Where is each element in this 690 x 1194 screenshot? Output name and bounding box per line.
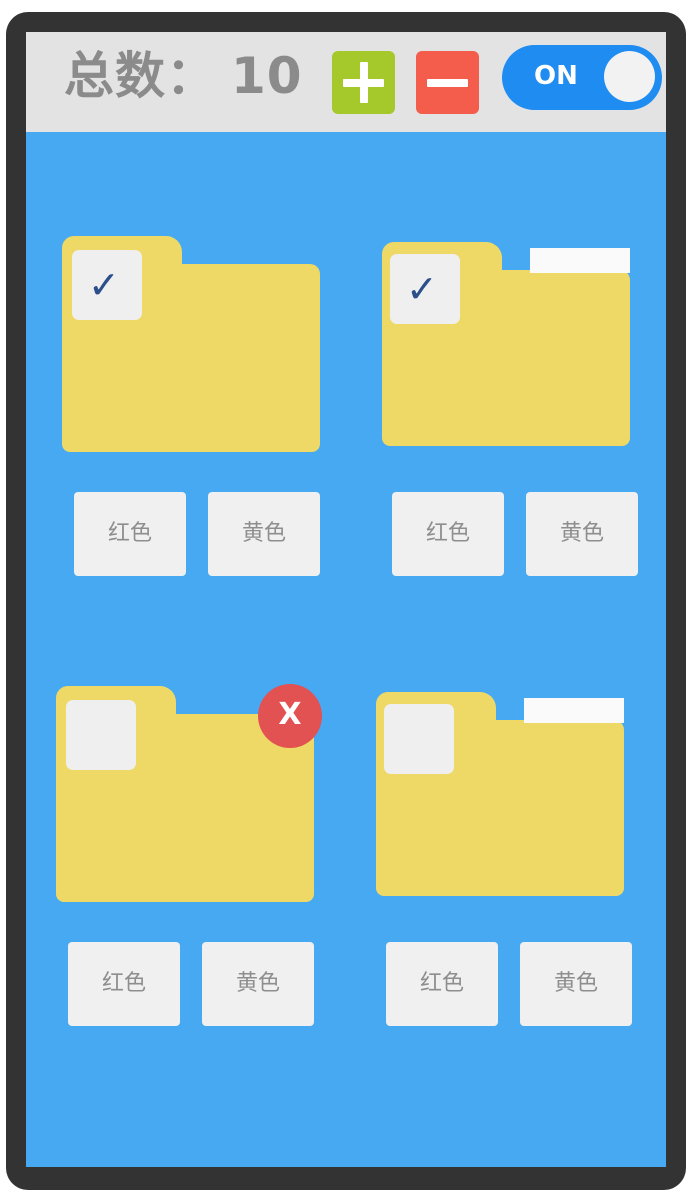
yellow-color-button[interactable]: 黄色: [208, 492, 320, 576]
add-button[interactable]: [332, 51, 395, 114]
total-count-display: 总数： 10: [64, 44, 303, 108]
red-color-button[interactable]: 红色: [74, 492, 186, 576]
folder-checkbox[interactable]: [66, 700, 136, 770]
yellow-color-button[interactable]: 黄色: [202, 942, 314, 1026]
app-screen: 总数： 10 ON ✓ 红色 黄色 ✓ 红色 黄色 X 红色 黄色 红色 黄色: [26, 32, 666, 1167]
red-color-button[interactable]: 红色: [68, 942, 180, 1026]
folder-card[interactable]: ✓: [62, 236, 320, 452]
red-color-button[interactable]: 红色: [392, 492, 504, 576]
close-icon: X: [278, 697, 302, 732]
top-bar: 总数： 10 ON: [26, 32, 666, 132]
yellow-color-button[interactable]: 黄色: [526, 492, 638, 576]
toggle-label: ON: [534, 61, 578, 91]
folder-checkbox[interactable]: ✓: [390, 254, 460, 324]
total-label: 总数：: [64, 47, 217, 105]
toggle-knob: [604, 51, 655, 102]
remove-button[interactable]: [416, 51, 479, 114]
folder-label-strip: [530, 248, 630, 273]
folder-checkbox[interactable]: [384, 704, 454, 774]
folder-label-strip: [524, 698, 624, 723]
on-off-toggle[interactable]: ON: [502, 45, 662, 110]
yellow-color-button[interactable]: 黄色: [520, 942, 632, 1026]
checkmark-icon: ✓: [88, 263, 120, 307]
delete-folder-button[interactable]: X: [258, 684, 322, 748]
red-color-button[interactable]: 红色: [386, 942, 498, 1026]
checkmark-icon: ✓: [406, 267, 438, 311]
folder-checkbox[interactable]: ✓: [72, 250, 142, 320]
total-count-value: 10: [231, 47, 303, 105]
